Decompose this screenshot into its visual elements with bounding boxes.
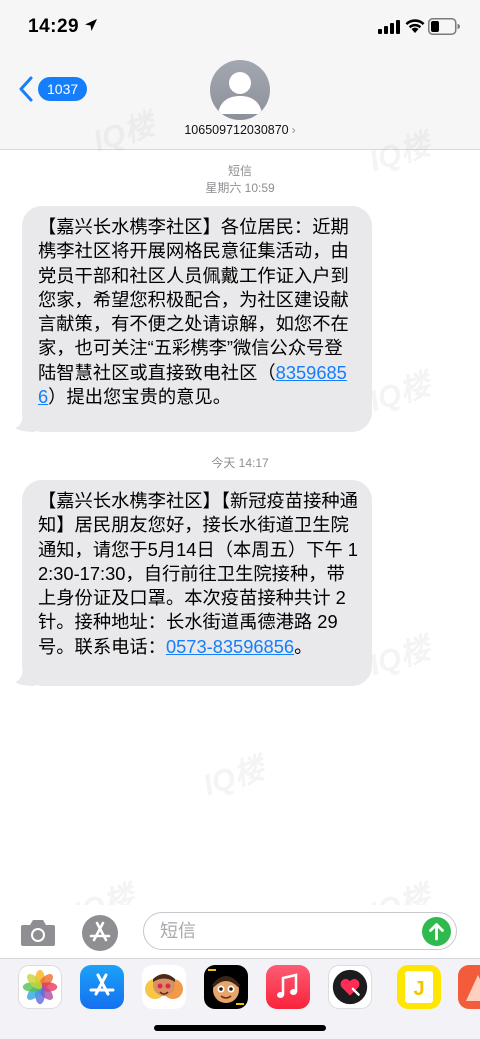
message-text-end: 。	[294, 635, 313, 657]
battery-icon	[428, 18, 460, 35]
compose-bar	[0, 905, 480, 959]
message-text: 【嘉兴长水槜李社区】【新冠疫苗接种通知】居民朋友您好，接长水街道卫生院通知，请您…	[38, 490, 358, 657]
service-label: 短信	[227, 164, 252, 178]
phone-link[interactable]: 0573-83596856	[166, 636, 294, 657]
j-app[interactable]: J	[397, 965, 441, 1009]
watermark: IQ楼	[365, 632, 435, 683]
message-text-end: ）提出您宝贵的意见。	[48, 386, 231, 408]
music-app[interactable]	[266, 965, 310, 1009]
contact-avatar[interactable]	[210, 60, 270, 120]
message-input-wrapper[interactable]	[143, 912, 457, 950]
conversation-header: 1037 106509712030870 ›	[0, 58, 480, 150]
app-store-app[interactable]	[80, 965, 124, 1009]
contact-name[interactable]: 106509712030870 ›	[0, 123, 480, 137]
animoji-icon	[208, 969, 244, 1005]
watermark: IQ楼	[199, 752, 269, 803]
camera-icon[interactable]	[20, 917, 56, 947]
back-button[interactable]: 1037	[18, 76, 88, 102]
j-app-icon: J	[405, 971, 433, 1003]
message-timestamp: 今天 14:17	[211, 456, 269, 470]
cellular-signal-icon	[378, 20, 400, 34]
watermark: IQ楼	[365, 368, 435, 419]
bubble-tail	[15, 666, 35, 686]
message-service-label: 短信	[0, 162, 480, 179]
received-message-bubble[interactable]: 【嘉兴长水槜李社区】各位居民：近期槜李社区将开展网格民意征集活动，由党员干部和社…	[15, 206, 372, 432]
chevron-left-icon	[19, 76, 33, 102]
wifi-icon	[405, 19, 425, 33]
animoji-app[interactable]	[204, 965, 248, 1009]
more-app-icon	[466, 975, 480, 1001]
app-store-icon	[89, 921, 111, 942]
svg-text:J: J	[413, 978, 424, 1000]
unread-count-badge: 1037	[38, 77, 88, 101]
received-message-bubble[interactable]: 【嘉兴长水槜李社区】【新冠疫苗接种通知】居民朋友您好，接长水街道卫生院通知，请您…	[15, 480, 372, 686]
clock: 14:29	[28, 16, 80, 37]
person-icon	[218, 72, 262, 114]
location-arrow-icon	[85, 19, 97, 31]
contact-number: 106509712030870	[184, 123, 289, 137]
status-bar: 14:29	[0, 0, 480, 58]
message-input[interactable]	[160, 921, 410, 942]
chevron-right-icon: ›	[291, 123, 296, 137]
app-store-icon	[89, 973, 115, 996]
home-indicator[interactable]	[154, 1025, 326, 1031]
photos-icon	[22, 969, 58, 1005]
bubble-tail	[15, 412, 35, 432]
memoji-app[interactable]	[142, 965, 186, 1009]
message-text: 【嘉兴长水槜李社区】各位居民：近期槜李社区将开展网格民意征集活动，由党员干部和社…	[38, 216, 349, 383]
send-button[interactable]	[422, 917, 451, 946]
photos-app[interactable]	[18, 965, 62, 1009]
digital-touch-icon	[332, 969, 368, 1005]
more-app[interactable]	[458, 965, 480, 1009]
app-store-button[interactable]	[82, 915, 118, 951]
digital-touch-app[interactable]	[328, 965, 372, 1009]
memoji-icon	[145, 974, 183, 999]
arrow-up-icon	[429, 923, 444, 941]
message-timestamp: 星期六 10:59	[205, 181, 275, 195]
music-note-icon	[277, 973, 298, 998]
